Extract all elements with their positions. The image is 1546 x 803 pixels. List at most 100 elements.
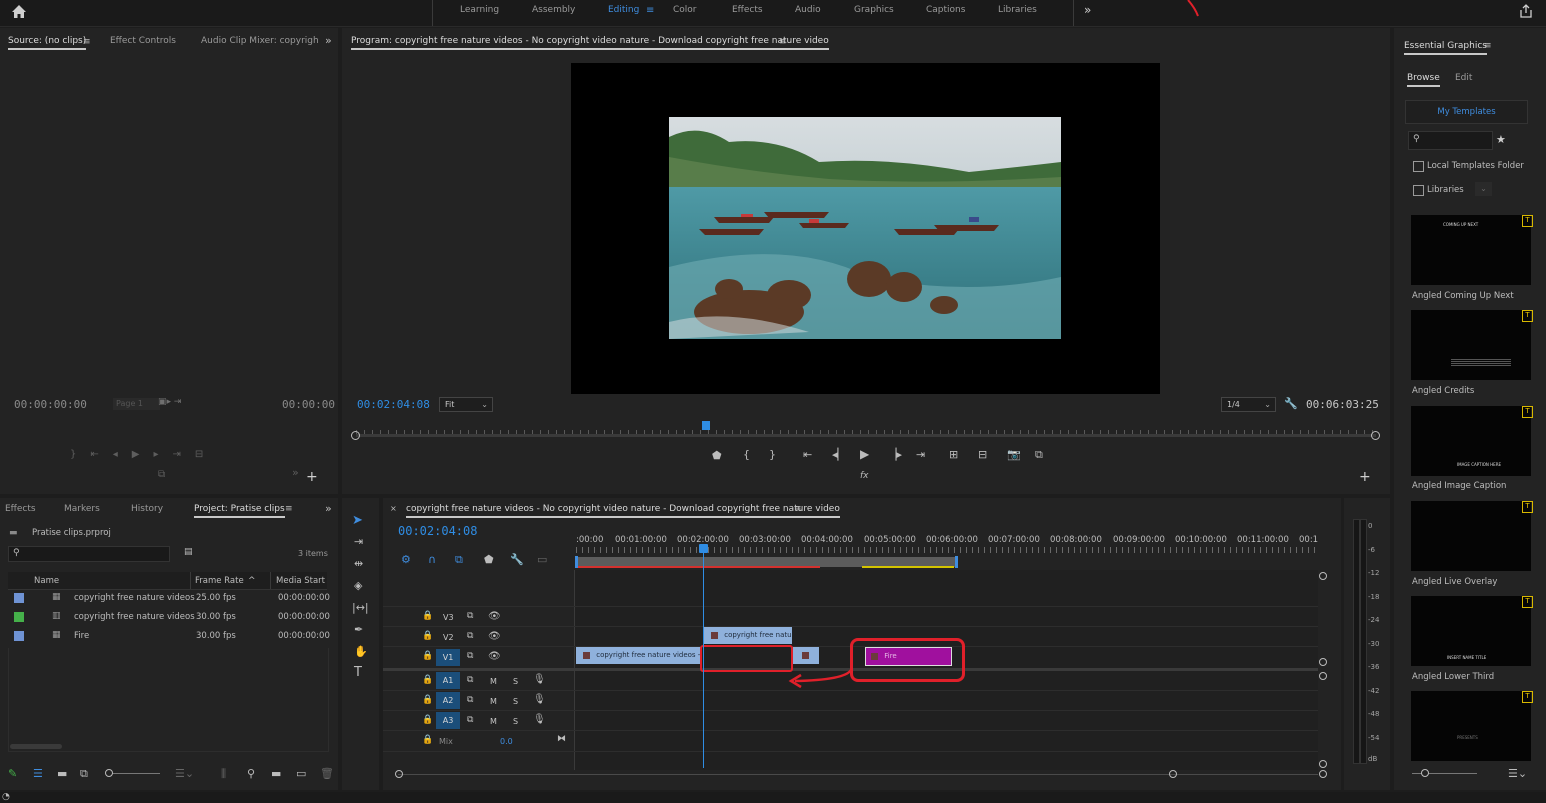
source-overflow-icon[interactable]: » — [292, 467, 299, 478]
star-icon[interactable]: ★ — [1496, 134, 1506, 145]
close-icon[interactable]: × — [390, 503, 397, 514]
go-to-out-icon[interactable]: ⇥ — [916, 449, 925, 460]
mute-button[interactable]: M — [490, 677, 497, 686]
trash-icon[interactable]: 🗑 — [320, 768, 334, 779]
template-size-slider-thumb[interactable] — [1421, 769, 1429, 777]
mark-out-icon[interactable]: } — [769, 449, 776, 460]
captions-icon[interactable]: ▭ — [537, 554, 547, 565]
audio-v-scroll-top[interactable] — [1319, 672, 1327, 680]
timeline-settings-icon[interactable]: 🔧 — [510, 554, 524, 565]
source-add-button[interactable]: + — [306, 470, 318, 484]
lock-icon[interactable]: 🔒 — [422, 715, 433, 726]
template-size-slider[interactable] — [1412, 769, 1477, 777]
libraries-checkbox[interactable] — [1413, 185, 1424, 196]
track-target-a2[interactable]: A2 — [436, 692, 460, 709]
tab-effect-controls[interactable]: Effect Controls — [110, 36, 176, 46]
template-label[interactable]: Angled Live Overlay — [1412, 577, 1497, 587]
program-scrubber-end-handle[interactable] — [1371, 431, 1380, 440]
new-item-icon[interactable]: ▭ — [296, 768, 306, 779]
pen-tool-icon[interactable]: ✒ — [354, 624, 363, 635]
v1-clip[interactable]: copyright free nature videos - N — [576, 647, 702, 664]
home-icon[interactable] — [11, 4, 27, 19]
template-thumbnail[interactable]: IMAGE CAPTION HERE — [1411, 406, 1531, 476]
sync-lock-icon[interactable]: ⧉ — [467, 675, 473, 686]
workspace-assembly[interactable]: Assembly — [532, 5, 575, 15]
linked-selection-icon[interactable]: ⧉ — [455, 554, 463, 565]
template-thumbnail[interactable]: INSERT NAME TITLE — [1411, 596, 1531, 666]
workspace-audio[interactable]: Audio — [795, 5, 821, 15]
timeline-h-scroll-end[interactable] — [1169, 770, 1177, 778]
add-marker-icon[interactable]: ⬟ — [484, 554, 494, 565]
source-insert-icon[interactable]: ▣▸ ⇥ — [158, 397, 181, 408]
template-label[interactable]: Angled Credits — [1412, 386, 1474, 396]
solo-button[interactable]: S — [513, 717, 518, 726]
template-thumbnail[interactable] — [1411, 501, 1531, 571]
project-row[interactable]: ▦ Fire 30.00 fps 00:00:00:00 — [8, 628, 330, 646]
column-frame-rate[interactable]: Frame Rate — [195, 576, 244, 586]
audio-v-scroll-bottom[interactable] — [1319, 760, 1327, 768]
template-thumbnail[interactable]: COMING UP NEXT — [1411, 215, 1531, 285]
solo-button[interactable]: S — [513, 697, 518, 706]
source-patch-v1[interactable]: V1 — [436, 649, 460, 666]
program-fit-dropdown[interactable]: Fit ⌄ — [439, 397, 493, 412]
zoom-slider-thumb[interactable] — [105, 769, 113, 777]
workspace-captions[interactable]: Captions — [926, 5, 965, 15]
lift-icon[interactable]: ⊞ — [949, 449, 958, 460]
timeline-playhead-line[interactable] — [703, 548, 704, 768]
source-transport-icons[interactable]: }⇤◂▶▸⇥⊟ — [70, 449, 217, 460]
tab-project[interactable]: Project: Pratise clips — [194, 504, 285, 518]
timeline-timecode[interactable]: 00:02:04:08 — [398, 524, 477, 538]
mix-expand-icon[interactable]: ⧓ — [557, 734, 566, 745]
microphone-icon[interactable]: 🎙 — [533, 694, 546, 705]
workspace-menu-icon[interactable]: ≡ — [646, 5, 654, 16]
find-icon[interactable]: ⚲ — [247, 768, 255, 779]
tab-source[interactable]: Source: (no clips) — [8, 36, 87, 50]
timeline-menu-icon[interactable]: ≡ — [794, 504, 802, 515]
track-label-v2[interactable]: V2 — [443, 633, 454, 642]
hand-tool-icon[interactable]: ✋ — [354, 646, 368, 657]
mute-button[interactable]: M — [490, 717, 497, 726]
mark-in-icon[interactable]: { — [743, 449, 750, 460]
slip-tool-icon[interactable]: |↔| — [352, 602, 369, 613]
fx-icon[interactable]: fx — [860, 471, 869, 482]
extract-icon[interactable]: ⊟ — [978, 449, 987, 460]
project-row[interactable]: ▦ copyright free nature videos 25.00 fps… — [8, 590, 330, 608]
eye-icon[interactable]: 👁 — [488, 631, 501, 642]
label-color-swatch[interactable] — [14, 612, 24, 622]
template-label[interactable]: Angled Coming Up Next — [1412, 291, 1514, 301]
mix-value[interactable]: 0.0 — [500, 737, 513, 746]
program-resolution-dropdown[interactable]: 1/4 ⌄ — [1221, 397, 1276, 412]
timeline-sequence-tab[interactable]: copyright free nature videos - No copyri… — [406, 504, 840, 518]
tab-history[interactable]: History — [131, 504, 163, 514]
program-playhead-timecode[interactable]: 00:02:04:08 — [357, 398, 430, 411]
eye-icon[interactable]: 👁 — [488, 611, 501, 622]
timeline-h-scroll-far-end[interactable] — [1319, 770, 1327, 778]
nest-icon[interactable]: ⚙ — [401, 554, 411, 565]
sync-lock-icon[interactable]: ⧉ — [467, 715, 473, 726]
lock-icon[interactable]: 🔒 — [422, 631, 433, 642]
column-name[interactable]: Name — [34, 576, 59, 586]
template-thumbnail[interactable] — [1411, 310, 1531, 380]
sort-icon[interactable]: ☰⌄ — [1508, 768, 1527, 779]
type-tool-icon[interactable]: T — [354, 666, 362, 679]
sync-lock-icon[interactable]: ⧉ — [467, 611, 473, 622]
workspace-graphics[interactable]: Graphics — [854, 5, 894, 15]
panel-overflow-icon[interactable]: » — [325, 35, 332, 46]
project-row[interactable]: ▥ copyright free nature videos 30.00 fps… — [8, 609, 330, 627]
program-scrubber-start-handle[interactable] — [351, 431, 360, 440]
add-marker-icon[interactable]: ⬟ — [712, 450, 722, 461]
workspace-color[interactable]: Color — [673, 5, 697, 15]
video-v-scroll-bottom[interactable] — [1319, 658, 1327, 666]
program-scrubber[interactable] — [356, 421, 1376, 437]
label-color-swatch[interactable] — [14, 593, 24, 603]
wrench-icon[interactable]: 🔧 — [1284, 398, 1298, 409]
new-bin-icon[interactable]: ▬ — [271, 768, 281, 779]
icon-view-icon[interactable]: ▬ — [57, 768, 67, 779]
solo-button[interactable]: S — [513, 677, 518, 686]
lock-icon[interactable]: 🔒 — [422, 651, 433, 662]
camera-icon[interactable]: 📷 — [1007, 449, 1021, 460]
label-color-swatch[interactable] — [14, 631, 24, 641]
v2-clip[interactable]: copyright free natur — [704, 627, 792, 644]
program-title[interactable]: Program: copyright free nature videos - … — [351, 36, 829, 50]
automate-icon[interactable]: ⫼ — [221, 768, 226, 779]
